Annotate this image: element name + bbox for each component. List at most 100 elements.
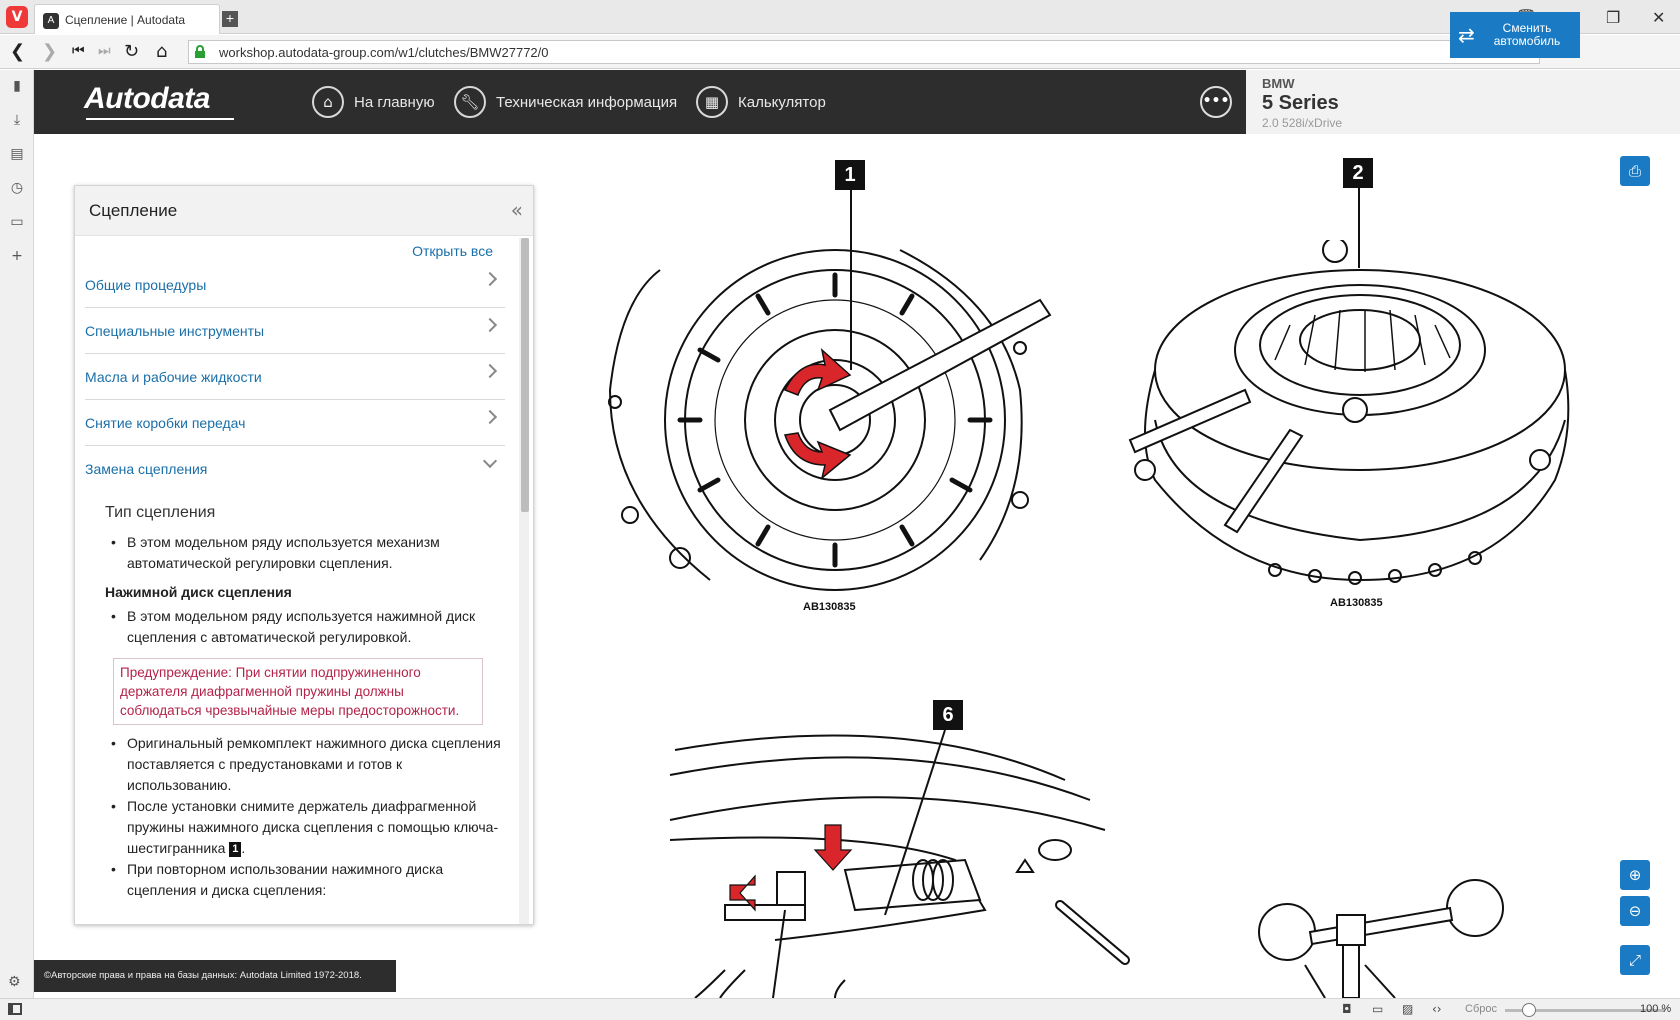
window-tiling-icon[interactable]: ▭ [1372, 1002, 1383, 1016]
menu-item-label: Замена сцепления [85, 461, 208, 477]
figure-1-label: AB130835 [803, 601, 856, 613]
nav-technical-info-label: Техническая информация [496, 93, 678, 111]
chevron-down-icon [482, 453, 498, 469]
new-tab-button[interactable]: + [222, 11, 238, 27]
menu-item-clutch-replacement[interactable]: Замена сцепления [85, 446, 505, 492]
copyright-bar: ©Авторские права и права на базы данных:… [34, 960, 396, 992]
zoom-in-button[interactable]: ⊕ [1620, 860, 1650, 890]
expand-icon: ⤢ [1628, 951, 1641, 969]
zoom-out-button[interactable]: ⊖ [1620, 896, 1650, 926]
browser-tab-bar: V A Сцепление | Autodata + 🗑 — ❐ ✕ [0, 0, 1680, 34]
code-icon[interactable]: ‹› [1432, 1002, 1442, 1016]
chevron-right-icon [482, 317, 498, 333]
image-icon[interactable]: ▨ [1402, 1002, 1413, 1016]
settings-gear-icon[interactable]: ⚙ [8, 974, 21, 990]
wrench-icon: 🔧︎ [454, 86, 486, 118]
change-vehicle-label: Сменить автомобиль [1493, 21, 1561, 48]
figure-2-callout: 2 [1343, 158, 1373, 188]
menu-item-general-procedures[interactable]: Общие процедуры [85, 262, 505, 308]
close-window-button[interactable]: ✕ [1652, 8, 1665, 27]
vehicle-engine: 2.0 528i/xDrive [1262, 116, 1343, 130]
change-vehicle-button[interactable]: ⇄ Сменить автомобиль [1450, 12, 1580, 58]
swap-arrows-icon: ⇄ [1458, 23, 1475, 47]
bullet-with-badge: После установки снимите держатель диафра… [105, 796, 505, 859]
figure-6-leader-line [884, 730, 946, 916]
back-button[interactable]: ❮ [10, 41, 25, 62]
bullet-text: После установки снимите держатель диафра… [127, 798, 499, 856]
camera-icon[interactable]: ◘ [1342, 1002, 1352, 1016]
url-text: workshop.autodata-group.com/w1/clutches/… [219, 45, 549, 60]
figure-reference-badge[interactable]: 1 [229, 841, 242, 857]
nav-home[interactable]: ⌂ На главную [312, 86, 435, 118]
bullet-punct: . [241, 840, 246, 856]
figure-1-drawing [608, 249, 1052, 591]
collapse-panel-icon[interactable]: « [511, 198, 523, 222]
figure-2-label: AB130835 [1330, 597, 1383, 609]
panel-title: Сцепление [89, 201, 178, 220]
vehicle-make: BMW [1262, 76, 1295, 91]
forward-button[interactable]: ❯ [42, 41, 57, 62]
vehicle-model: 5 Series [1262, 92, 1339, 114]
vehicle-info: BMW 5 Series 2.0 528i/xDrive [1246, 70, 1680, 134]
menu-item-gearbox-removal[interactable]: Снятие коробки передач [85, 400, 505, 446]
menu-item-special-tools[interactable]: Специальные инструменты [85, 308, 505, 354]
figure-tool-drawing [1258, 879, 1504, 998]
panel-toggle-icon[interactable] [8, 1003, 22, 1015]
autodata-logo[interactable]: Autodata [84, 82, 234, 120]
home-icon: ⌂ [312, 86, 344, 118]
tab-title: Сцепление | Autodata [65, 13, 186, 27]
bullet-text: В этом модельном ряду используется механ… [105, 532, 505, 574]
window-icon[interactable]: ▭ [8, 214, 26, 232]
bullet-text: При повторном использовании нажимного ди… [105, 859, 505, 901]
clutch-replacement-content: Тип сцепления В этом модельном ряду испо… [105, 504, 505, 901]
zoom-in-icon: ⊕ [1628, 866, 1642, 884]
warning-box: Предупреждение: При снятии подпружиненно… [113, 658, 483, 725]
bullet-text: Оригинальный ремкомплект нажимного диска… [105, 733, 505, 796]
fast-forward-button[interactable]: ⏭ [98, 43, 111, 59]
app-header: Autodata ⌂ На главную 🔧︎ Техническая инф… [34, 70, 1680, 134]
zoom-slider-knob[interactable] [1522, 1003, 1536, 1017]
reload-button[interactable]: ↻ [124, 41, 139, 62]
figure-6-callout: 6 [933, 700, 963, 730]
printer-icon: ⎙ [1628, 162, 1641, 180]
clutch-panel: Сцепление « Открыть все Общие процедуры … [74, 185, 534, 925]
zoom-reset-button[interactable]: Сброс [1465, 1003, 1497, 1015]
panel-header: Сцепление « [75, 186, 533, 236]
pressure-plate-heading: Нажимной диск сцепления [105, 584, 292, 600]
menu-item-oils-fluids[interactable]: Масла и рабочие жидкости [85, 354, 505, 400]
rewind-button[interactable]: ⏮ [72, 43, 85, 59]
url-field[interactable]: workshop.autodata-group.com/w1/clutches/… [188, 40, 1540, 64]
maximize-button[interactable]: ❐ [1606, 8, 1620, 27]
bullet-text: В этом модельном ряду используется нажим… [105, 606, 505, 648]
figure-2-leader-line [1358, 188, 1360, 268]
status-bar: ◘ ▭ ▨ ‹› Сброс 100 % [0, 998, 1680, 1020]
chevron-right-icon [482, 363, 498, 379]
zoom-out-icon: ⊖ [1628, 902, 1642, 920]
menu-item-label: Снятие коробки передач [85, 415, 246, 431]
print-button[interactable]: ⎙ [1620, 156, 1650, 186]
bookmarks-icon[interactable]: ▮ [8, 78, 26, 96]
menu-item-label: Масла и рабочие жидкости [85, 369, 262, 385]
lock-icon [195, 45, 205, 58]
clutch-type-heading: Тип сцепления [105, 504, 216, 521]
fullscreen-button[interactable]: ⤢ [1620, 945, 1650, 975]
history-icon[interactable]: ◷ [8, 180, 26, 198]
figure-2-drawing [1128, 240, 1570, 585]
panel-scrollbar-thumb[interactable] [521, 238, 529, 512]
chevron-right-icon [482, 409, 498, 425]
figure-1-leader-line [850, 190, 852, 370]
nav-calculator[interactable]: ▦ Калькулятор [696, 86, 826, 118]
browser-tab[interactable]: A Сцепление | Autodata [34, 4, 220, 34]
browser-side-panel: ▮ ⤓ ▤ ◷ ▭ + [0, 70, 34, 1000]
notes-icon[interactable]: ▤ [8, 146, 26, 164]
add-panel-icon[interactable]: + [8, 248, 26, 266]
logo-text: Autodata [84, 82, 211, 115]
open-all-link[interactable]: Открыть все [412, 243, 493, 259]
calculator-icon: ▦ [696, 86, 728, 118]
downloads-icon[interactable]: ⤓ [8, 112, 26, 130]
menu-item-label: Специальные инструменты [85, 323, 265, 339]
nav-technical-info[interactable]: 🔧︎ Техническая информация [454, 86, 677, 118]
home-button[interactable]: ⌂ [156, 41, 167, 62]
more-menu-icon[interactable]: ••• [1200, 86, 1232, 118]
vivaldi-menu-icon[interactable]: V [6, 6, 28, 28]
